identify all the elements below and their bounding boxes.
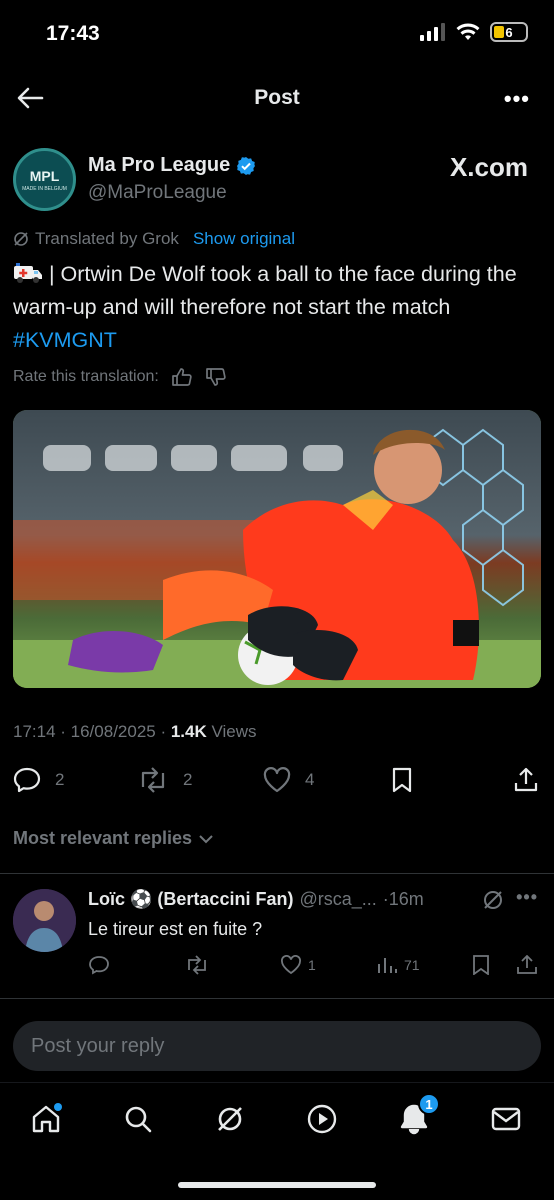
play-icon [307,1104,337,1134]
page-title: Post [254,86,300,109]
reply-header: Loïc ⚽ (Bertaccini Fan) @rsca_... ·16m [88,889,424,910]
author-name[interactable]: Ma Pro League [88,154,256,177]
status-time: 17:43 [46,22,100,45]
grok-icon [218,1107,242,1131]
views-label: Views [206,722,257,741]
battery-icon: 6 [490,22,528,42]
reply-button[interactable]: 2 [13,767,64,793]
verified-badge-icon [237,156,256,175]
reply-views-count: 71 [404,957,420,973]
thumbs-down-icon[interactable] [205,367,227,387]
repost-button[interactable]: 2 [137,767,192,793]
share-icon [514,767,538,792]
replies-sort-dropdown[interactable]: Most relevant replies [13,828,214,849]
reposts-count: 2 [183,770,193,789]
like-button[interactable]: 4 [263,767,314,793]
repost-icon [141,767,165,793]
wifi-icon [456,23,480,41]
status-icons: 6 [420,22,528,42]
reply-bookmark-button[interactable] [472,955,490,975]
tab-notifications[interactable]: 1 [392,1093,440,1139]
reply-avatar-image [13,889,76,952]
goalkeeper-photo [13,410,541,688]
more-options-button[interactable]: ••• [504,86,530,112]
translated-label: Translated by Grok [35,229,179,248]
author-handle[interactable]: @MaProLeague [88,182,227,204]
views-count: 1.4K [170,722,207,741]
tab-messages[interactable] [484,1099,528,1139]
show-original-link[interactable]: Show original [193,229,295,249]
repost-icon [188,955,206,975]
bookmark-button[interactable] [391,767,413,793]
reply-share-button[interactable] [516,955,538,975]
author-name-text: Ma Pro League [88,154,231,176]
replies-count: 2 [55,770,65,789]
author-avatar[interactable]: MPL MADE IN BELGIUM [13,148,76,211]
avatar-logo-text: MPL [29,167,60,184]
home-notification-dot [54,1103,62,1111]
x-logo: X.com [449,152,528,182]
heart-icon [281,955,301,975]
reply-author-name[interactable]: Loïc ⚽ (Bertaccini Fan) [88,889,293,910]
reply-icon [89,956,109,975]
tab-video[interactable] [300,1099,344,1139]
reply-compose-input[interactable]: Post your reply [13,1021,541,1071]
battery-level: 6 [505,24,513,40]
bookmark-icon [473,955,489,975]
reply-likes-count: 1 [308,957,316,973]
grok-icon [14,232,28,246]
reply-repost-button[interactable] [184,955,210,975]
reply-item[interactable]: Loïc ⚽ (Bertaccini Fan) @rsca_... ·16m •… [0,873,554,998]
notifications-badge: 1 [418,1093,440,1115]
home-indicator [178,1182,376,1188]
replies-sort-label: Most relevant replies [13,828,193,848]
grok-icon[interactable] [482,889,504,911]
translation-notice: Translated by Grok Show original [13,229,295,249]
mail-icon [491,1107,521,1131]
header: Post ••• [0,66,554,130]
tab-grok[interactable] [208,1099,252,1139]
reply-time: ·16m [382,889,424,909]
reply-text: Le tireur est en fuite ? [88,919,263,939]
reply-author-handle[interactable]: @rsca_... [299,889,376,910]
share-button[interactable] [513,767,539,793]
post-text: | Ortwin De Wolf took a ball to the face… [13,258,543,357]
ambulance-icon [14,263,42,283]
rate-translation-label: Rate this translation: [13,368,159,385]
likes-count: 4 [305,770,315,789]
divider [0,998,554,999]
signal-icon [420,23,446,41]
tab-home[interactable] [24,1099,68,1139]
share-icon [517,955,537,974]
post-text-body: | Ortwin De Wolf took a ball to the face… [13,262,517,319]
hashtag-link[interactable]: #KVMGNT [13,328,117,352]
bookmark-icon [392,767,412,793]
bottom-tab-bar: 1 [0,1082,554,1200]
reply-views-button[interactable]: 71 [376,955,420,975]
post-meta: 17:14 · 16/08/2025 · 1.4K Views [13,722,257,742]
reply-icon [13,767,41,793]
chevron-down-icon [199,834,213,843]
heart-icon [263,767,291,793]
reply-actions: 1 71 [88,955,538,981]
thumbs-up-icon[interactable] [171,367,193,387]
post-media-image[interactable] [13,410,541,688]
tab-search[interactable] [116,1099,160,1139]
rate-translation: Rate this translation: [13,367,227,387]
reply-reply-button[interactable] [88,955,110,975]
post-timestamp: 17:14 · 16/08/2025 · [13,722,171,741]
reply-avatar[interactable] [13,889,76,952]
status-bar: 17:43 6 [0,0,554,66]
views-icon [378,958,397,973]
avatar-logo-subtext: MADE IN BELGIUM [22,185,67,192]
post-actions: 2 2 4 [13,767,541,797]
reply-more-button[interactable]: ••• [516,887,538,908]
search-icon [125,1106,152,1133]
post: MPL MADE IN BELGIUM Ma Pro League @MaPro… [0,130,554,1000]
reply-like-button[interactable]: 1 [280,955,316,975]
